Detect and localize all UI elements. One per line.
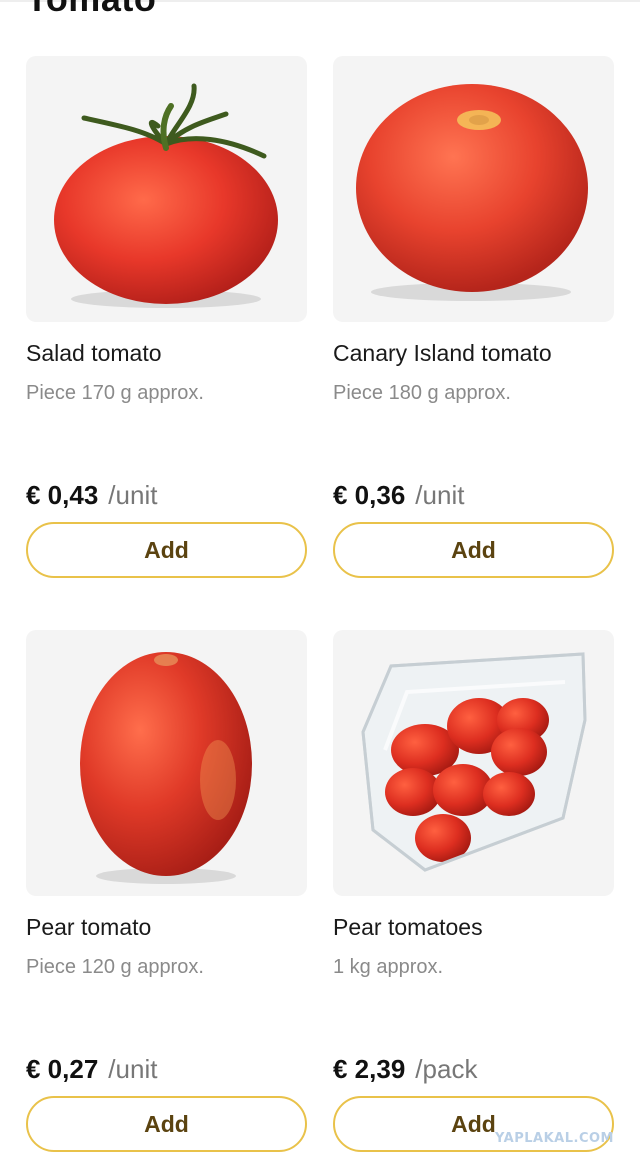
product-weight: Piece 170 g approx. <box>26 382 204 404</box>
product-card[interactable]: Pear tomatoes 1 kg approx. € 2,39/pack A… <box>333 630 614 1152</box>
product-weight: Piece 180 g approx. <box>333 382 511 404</box>
price-row: € 0,27/unit <box>26 1054 157 1085</box>
product-name[interactable]: Canary Island tomato <box>333 340 552 367</box>
product-card[interactable]: Salad tomato Piece 170 g approx. € 0,43/… <box>26 56 307 578</box>
product-weight: Piece 120 g approx. <box>26 956 204 978</box>
pear-tomato-image <box>80 652 252 884</box>
product-name[interactable]: Pear tomato <box>26 914 151 941</box>
product-price: € 2,39 <box>333 1054 406 1084</box>
product-price: € 0,27 <box>26 1054 99 1084</box>
product-card[interactable]: Canary Island tomato Piece 180 g approx.… <box>333 56 614 578</box>
price-row: € 0,36/unit <box>333 480 464 511</box>
product-grid: Salad tomato Piece 170 g approx. € 0,43/… <box>0 0 640 1166</box>
price-unit: /unit <box>415 480 465 510</box>
canary-tomato-image <box>356 84 588 301</box>
pear-tomatoes-pack-image <box>361 652 587 872</box>
product-name[interactable]: Pear tomatoes <box>333 914 483 941</box>
price-unit: /unit <box>108 480 158 510</box>
add-button[interactable]: Add <box>333 522 614 578</box>
product-name[interactable]: Salad tomato <box>26 340 162 367</box>
price-row: € 0,43/unit <box>26 480 157 511</box>
price-row: € 2,39/pack <box>333 1054 477 1085</box>
product-image[interactable] <box>333 56 614 322</box>
product-price: € 0,43 <box>26 480 99 510</box>
product-image[interactable] <box>333 630 614 896</box>
product-card[interactable]: Pear tomato Piece 120 g approx. € 0,27/u… <box>26 630 307 1152</box>
price-unit: /pack <box>415 1054 478 1084</box>
add-button[interactable]: Add <box>26 522 307 578</box>
product-price: € 0,36 <box>333 480 406 510</box>
product-weight: 1 kg approx. <box>333 956 444 978</box>
price-unit: /unit <box>108 1054 158 1084</box>
watermark: YAPLAKAL.COM <box>495 1131 614 1146</box>
add-button[interactable]: Add <box>26 1096 307 1152</box>
product-image[interactable] <box>26 56 307 322</box>
product-image[interactable] <box>26 630 307 896</box>
salad-tomato-image <box>54 83 278 308</box>
